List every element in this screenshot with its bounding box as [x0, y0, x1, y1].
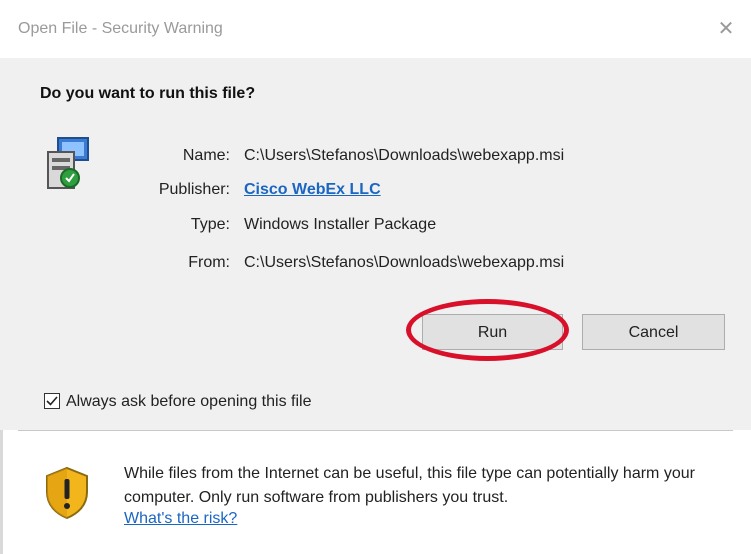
close-icon[interactable]: ✕ — [715, 18, 737, 40]
checkmark-icon — [46, 396, 58, 406]
title-bar: Open File - Security Warning ✕ — [0, 0, 751, 58]
publisher-link[interactable]: Cisco WebEx LLC — [244, 181, 381, 199]
name-value: C:\Users\Stefanos\Downloads\webexapp.msi — [244, 147, 565, 164]
from-label: From: — [188, 254, 230, 271]
publisher-label: Publisher: — [158, 181, 230, 198]
cancel-button[interactable]: Cancel — [582, 314, 725, 350]
run-button[interactable]: Run — [422, 314, 563, 350]
type-label: Type: — [190, 216, 230, 233]
name-label: Name: — [182, 147, 230, 164]
from-value: C:\Users\Stefanos\Downloads\webexapp.msi — [244, 254, 565, 271]
warning-message: While files from the Internet can be use… — [124, 465, 695, 506]
window-title: Open File - Security Warning — [18, 20, 223, 37]
section-divider — [18, 430, 733, 431]
dialog-question: Do you want to run this file? — [40, 85, 256, 102]
whats-the-risk-link[interactable]: What's the risk? — [124, 510, 237, 528]
always-ask-checkbox[interactable] — [44, 393, 60, 409]
always-ask-label: Always ask before opening this file — [66, 393, 312, 410]
dialog-body — [0, 58, 751, 430]
security-shield-icon — [46, 466, 88, 520]
type-value: Windows Installer Package — [244, 216, 437, 233]
